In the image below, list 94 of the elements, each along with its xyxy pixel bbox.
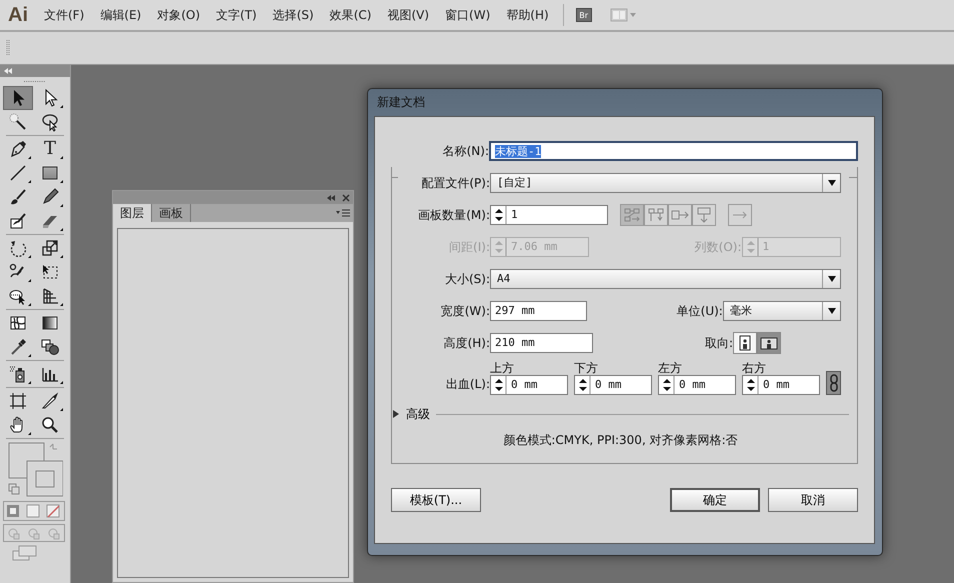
field-label: 取向: <box>704 335 733 352</box>
menu-item[interactable]: 窗口(W) <box>437 0 498 31</box>
field-label: 出血(L): <box>444 376 490 393</box>
link-bleed-button[interactable] <box>826 371 841 395</box>
menu-item[interactable]: 选择(S) <box>264 0 322 31</box>
flyout-corner-icon <box>60 105 63 108</box>
profile-dropdown[interactable]: [自定] <box>490 173 841 193</box>
artboard-icon <box>8 391 28 411</box>
bleed-input[interactable]: 0 mm <box>490 375 568 395</box>
disclosure-triangle-icon <box>392 410 400 418</box>
app-logo: Ai <box>7 3 29 28</box>
field-label: 高度(H): <box>442 335 490 352</box>
field-label: 名称(N): <box>442 143 489 160</box>
bleed-input[interactable]: 0 mm <box>574 375 652 395</box>
units-dropdown[interactable]: 毫米 <box>722 301 841 321</box>
collapse-icon <box>3 67 13 75</box>
flyout-corner-icon <box>60 228 63 231</box>
field-label: 单位(U): <box>676 303 723 320</box>
dropdown-arrow-icon <box>828 276 836 282</box>
size-dropdown[interactable]: A4 <box>490 269 841 289</box>
bleed-caption: 右方 <box>742 361 767 375</box>
panel-tab[interactable]: 图层 <box>113 204 152 222</box>
pen-nib-icon <box>8 139 28 159</box>
paintbrush-icon <box>8 187 28 207</box>
width-input[interactable]: 297 mm <box>490 301 587 321</box>
summary-text: 颜色模式:CMYK, PPI:300, 对齐像素网格:否 <box>502 432 739 449</box>
gripper-icon <box>24 80 46 83</box>
flyout-corner-icon <box>28 354 31 357</box>
scale-boxes-icon <box>40 238 60 258</box>
artboard-count-input[interactable]: 1 <box>490 205 608 225</box>
flyout-corner-icon <box>28 180 31 183</box>
bleed-input[interactable]: 0 mm <box>658 375 736 395</box>
field-label: 画板数量(M): <box>417 207 490 224</box>
flyout-corner-icon <box>60 303 63 306</box>
bridge-button[interactable]: Br <box>576 8 592 22</box>
template-button[interactable]: 模板(T)... <box>391 488 481 512</box>
flyout-corner-icon <box>60 408 63 411</box>
menu-item[interactable]: 效果(C) <box>322 0 380 31</box>
field-label: 配置文件(P): <box>420 175 490 192</box>
landscape-orientation-button[interactable] <box>757 332 781 354</box>
pencil-icon <box>40 187 60 207</box>
gripper-icon <box>6 39 10 57</box>
flyout-corner-icon <box>28 432 31 435</box>
chain-link-icon <box>828 374 838 392</box>
menu-item[interactable]: 文件(F) <box>36 0 92 31</box>
flyout-corner-icon <box>28 156 31 159</box>
arrange-by-column-icon <box>695 207 713 223</box>
flyout-corner-icon <box>60 156 63 159</box>
name-input[interactable]: 未标题-1 <box>489 141 858 161</box>
blend-shapes-icon <box>40 337 60 357</box>
grid-by-row-icon <box>623 207 641 223</box>
flyout-corner-icon <box>60 204 63 207</box>
landscape-page-icon <box>760 335 778 351</box>
portrait-orientation-button[interactable] <box>733 332 757 354</box>
magnifier-icon <box>40 415 60 435</box>
flyout-corner-icon <box>60 180 63 183</box>
menu-item[interactable]: 视图(V) <box>379 0 438 31</box>
grid-by-column-icon <box>647 207 665 223</box>
default-button[interactable]: 确定 <box>670 488 760 512</box>
field-label: 宽度(W): <box>440 303 490 320</box>
bleed-caption: 下方 <box>574 361 599 375</box>
bleed-input[interactable]: 0 mm <box>742 375 820 395</box>
height-input[interactable]: 210 mm <box>490 333 593 353</box>
rotate-arc-icon <box>8 238 28 258</box>
menu-item[interactable]: 文字(T) <box>208 0 265 31</box>
wand-icon <box>8 112 28 132</box>
menu-item[interactable]: 对象(O) <box>149 0 208 31</box>
flyout-corner-icon <box>60 381 63 384</box>
blob-brush-icon <box>8 211 28 231</box>
workspace-switcher-button[interactable] <box>610 7 638 23</box>
flyout-corner-icon <box>28 381 31 384</box>
field-label: 列数(O): <box>694 239 742 256</box>
lasso-icon <box>40 112 60 132</box>
menu-item[interactable]: 编辑(E) <box>92 0 150 31</box>
menu-item[interactable]: 帮助(H) <box>498 0 557 31</box>
advanced-toggle[interactable]: 高级 <box>392 405 430 423</box>
flyout-corner-icon <box>28 279 31 282</box>
flyout-corner-icon <box>60 255 63 258</box>
type-tool-button[interactable]: T <box>35 137 65 161</box>
diagonal-line-icon <box>8 163 28 183</box>
dialog-title: 新建文档 <box>376 94 426 111</box>
bleed-caption: 左方 <box>658 361 683 375</box>
cancel-button[interactable]: 取消 <box>768 488 858 512</box>
selection-tool-button[interactable] <box>3 86 33 110</box>
dropdown-arrow-icon <box>828 308 836 314</box>
collapse-icon <box>326 194 336 202</box>
field-label: 大小(S): <box>444 271 490 288</box>
bleed-caption: 上方 <box>490 361 515 375</box>
close-icon <box>342 194 350 202</box>
flyout-corner-icon <box>28 303 31 306</box>
flyout-corner-icon <box>28 255 31 258</box>
field-label: 间距(I): <box>448 239 490 256</box>
dropdown-arrow-icon <box>828 180 836 186</box>
slice-knife-icon <box>40 391 60 411</box>
